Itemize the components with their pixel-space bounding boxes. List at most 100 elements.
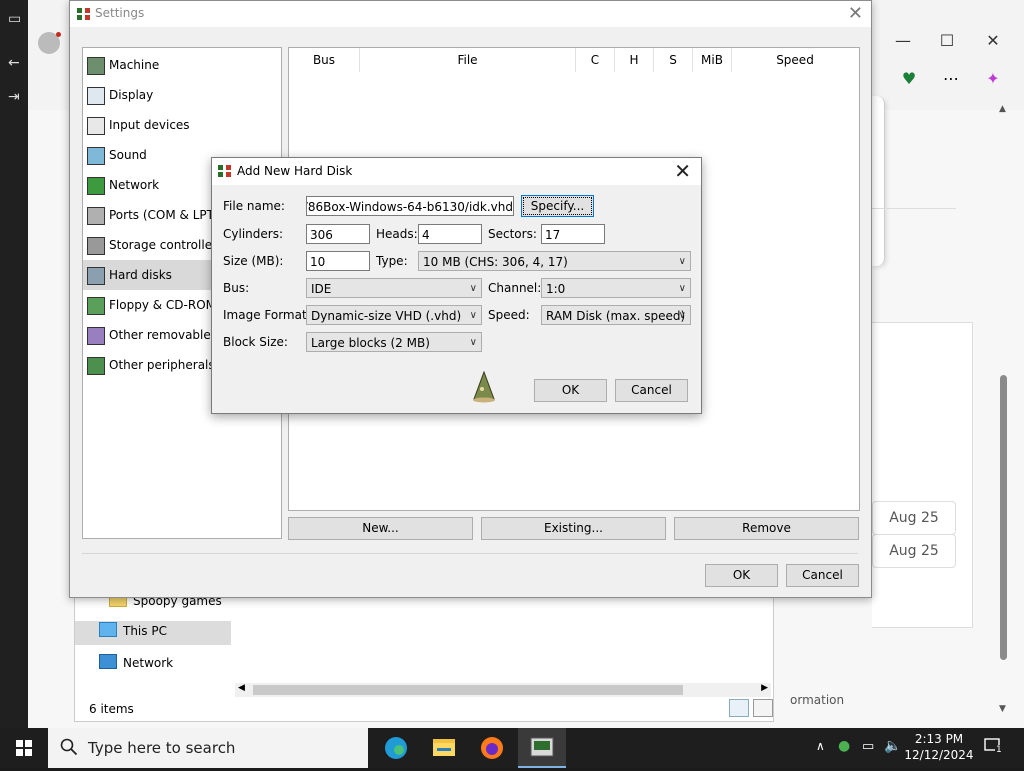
image-format-label: Image Format:: [223, 308, 311, 322]
sign-in-icon[interactable]: ⇥: [8, 90, 22, 104]
taskbar-file-explorer[interactable]: [420, 728, 468, 768]
close-icon[interactable]: ✕: [848, 3, 863, 24]
column-header-s[interactable]: S: [654, 48, 693, 72]
copilot-icon[interactable]: ✦: [978, 64, 1008, 94]
category-label: Network: [109, 178, 160, 192]
maximize-button[interactable]: ☐: [924, 24, 970, 58]
taskbar-edge[interactable]: [372, 728, 420, 768]
scroll-thumb[interactable]: [253, 685, 683, 695]
settings-title-bar[interactable]: Settings ✕: [70, 1, 871, 27]
taskbar-search[interactable]: Type here to search: [48, 728, 368, 768]
file-explorer-icon: [433, 739, 455, 756]
column-header-mib[interactable]: MiB: [693, 48, 732, 72]
nav-item-this-pc[interactable]: This PC: [99, 619, 167, 643]
cylinders-label: Cylinders:: [223, 227, 283, 241]
bus-dropdown[interactable]: IDE ∨: [306, 278, 482, 298]
file-name-label: File name:: [223, 199, 285, 213]
dialog-title-bar[interactable]: Add New Hard Disk ✕: [212, 158, 701, 185]
remove-button[interactable]: Remove: [674, 517, 859, 540]
scroll-down-icon[interactable]: ▼: [999, 704, 1006, 714]
search-placeholder: Type here to search: [88, 739, 236, 757]
cancel-button[interactable]: Cancel: [615, 379, 688, 402]
ok-button[interactable]: OK: [534, 379, 607, 402]
peripherals-icon: [87, 357, 105, 375]
network-icon: [87, 177, 105, 195]
clock-date: 12/12/2024: [904, 748, 974, 762]
tabs-icon[interactable]: ▭: [8, 12, 22, 26]
ok-button[interactable]: OK: [705, 564, 778, 587]
cylinders-field[interactable]: 306: [306, 224, 370, 244]
file-name-field[interactable]: ads/86Box-Windows-64-b6130/idk.vhd: [306, 196, 514, 216]
column-header-h[interactable]: H: [615, 48, 654, 72]
browser-scrollbar[interactable]: ▲ ▼: [996, 100, 1012, 720]
chevron-down-icon: ∨: [469, 337, 477, 348]
more-icon[interactable]: ⋯: [936, 64, 966, 94]
storage-icon: [87, 237, 105, 255]
category-label: Storage controllers: [109, 238, 224, 252]
info-text: ormation: [790, 693, 845, 707]
browser-essentials-icon[interactable]: ♥: [894, 64, 924, 94]
network-icon[interactable]: ▭: [862, 739, 874, 754]
scroll-right-icon[interactable]: ▶: [761, 683, 768, 693]
type-label: Type:: [376, 254, 408, 268]
dialog-title: Add New Hard Disk: [237, 164, 353, 178]
taskbar: Type here to search ∧ ● ▭ 🔈 2:13 PM 12/1…: [0, 728, 1024, 768]
horizontal-scrollbar[interactable]: ◀ ▶: [235, 683, 771, 697]
tiles-view-icon[interactable]: [753, 699, 773, 717]
column-header-c[interactable]: C: [576, 48, 615, 72]
image-format-dropdown[interactable]: Dynamic-size VHD (.vhd) ∨: [306, 305, 482, 325]
people-icon[interactable]: ●: [838, 738, 850, 754]
category-display[interactable]: Display: [83, 80, 281, 110]
chevron-down-icon: ∨: [678, 256, 686, 267]
channel-dropdown[interactable]: 1:0 ∨: [541, 278, 691, 298]
speed-label: Speed:: [488, 308, 530, 322]
start-button[interactable]: [0, 728, 48, 768]
speed-value: RAM Disk (max. speed): [546, 309, 686, 323]
speed-dropdown[interactable]: RAM Disk (max. speed) ∨: [541, 305, 691, 325]
column-header-speed[interactable]: Speed: [732, 48, 858, 72]
minimize-button[interactable]: —: [880, 24, 926, 58]
category-input-devices[interactable]: Input devices: [83, 110, 281, 140]
show-hidden-icons[interactable]: ∧: [816, 739, 825, 753]
block-size-value: Large blocks (2 MB): [311, 336, 430, 350]
notification-center[interactable]: 1: [984, 738, 1003, 755]
block-size-dropdown[interactable]: Large blocks (2 MB) ∨: [306, 332, 482, 352]
file-explorer: Spoopy games This PC Network ◀ ▶ 6 items: [74, 592, 774, 722]
nav-item-network[interactable]: Network: [99, 651, 173, 675]
heads-field[interactable]: 4: [418, 224, 482, 244]
browser-toolbar-icons: ♥ ⋯ ✦: [860, 64, 1010, 94]
taskbar-firefox[interactable]: [468, 728, 516, 768]
86box-icon: [217, 163, 233, 179]
scroll-up-icon[interactable]: ▲: [999, 104, 1006, 114]
cancel-button[interactable]: Cancel: [786, 564, 859, 587]
existing-button[interactable]: Existing...: [481, 517, 666, 540]
clock[interactable]: 2:13 PM 12/12/2024: [900, 731, 978, 763]
close-icon[interactable]: ✕: [674, 159, 691, 183]
column-header-file[interactable]: File: [360, 48, 576, 72]
column-header-bus[interactable]: Bus: [289, 48, 360, 72]
scroll-left-icon[interactable]: ◀: [238, 683, 245, 693]
new-button[interactable]: New...: [288, 517, 473, 540]
details-view-icon[interactable]: [729, 699, 749, 717]
machine-icon: [87, 57, 105, 75]
browser-sidebar: ▭ ← ⇥: [0, 0, 28, 728]
volume-icon[interactable]: 🔈: [884, 738, 901, 754]
back-icon[interactable]: ←: [8, 56, 22, 70]
category-machine[interactable]: Machine: [83, 50, 281, 80]
chevron-down-icon: ∨: [469, 310, 477, 321]
date-cell: Aug 25: [872, 534, 956, 568]
size-field[interactable]: 10: [306, 251, 370, 271]
type-value: 10 MB (CHS: 306, 4, 17): [423, 255, 568, 269]
close-button[interactable]: ✕: [970, 24, 1016, 58]
block-size-label: Block Size:: [223, 335, 288, 349]
scroll-thumb[interactable]: [1000, 375, 1007, 660]
sectors-field[interactable]: 17: [541, 224, 605, 244]
floppy-icon: [87, 297, 105, 315]
channel-label: Channel:: [488, 281, 542, 295]
specify-button[interactable]: Specify...: [521, 195, 594, 217]
pc-icon: [99, 622, 117, 637]
type-dropdown[interactable]: 10 MB (CHS: 306, 4, 17) ∨: [418, 251, 691, 271]
taskbar-86box[interactable]: [518, 728, 566, 768]
status-text: 6 items: [89, 702, 134, 716]
ports-icon: [87, 207, 105, 225]
